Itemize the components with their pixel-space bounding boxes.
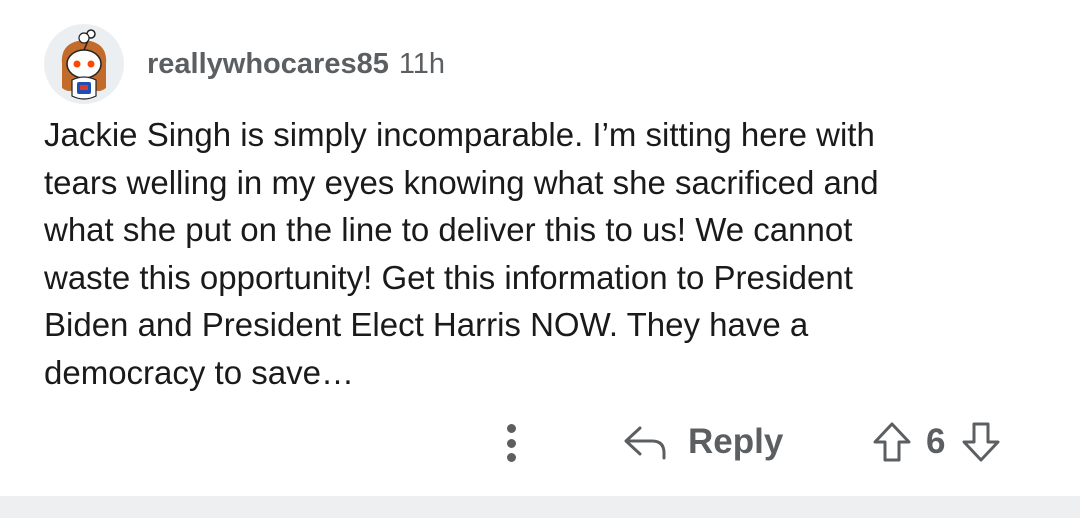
more-vertical-icon bbox=[506, 453, 516, 462]
comment-body: Jackie Singh is simply incomparable. I’m… bbox=[44, 111, 1044, 396]
more-vertical-icon bbox=[506, 424, 516, 433]
comment-line: what she put on the line to deliver this… bbox=[44, 211, 853, 248]
more-vertical-icon bbox=[506, 438, 516, 448]
comment-line: waste this opportunity! Get this informa… bbox=[44, 258, 853, 296]
reply-button[interactable]: Reply bbox=[622, 420, 783, 464]
more-options-button[interactable] bbox=[494, 418, 528, 468]
comment-divider bbox=[0, 496, 1080, 518]
reply-arrow-icon bbox=[624, 426, 666, 460]
timestamp: 11h bbox=[398, 47, 446, 80]
username-link[interactable]: reallywhocares85 bbox=[147, 48, 389, 81]
comment-actions: Reply 6 bbox=[0, 414, 1080, 470]
upvote-arrow-icon[interactable] bbox=[872, 421, 912, 463]
reply-label: Reply bbox=[688, 422, 784, 461]
comment-card: reallywhocares85 11h Jackie Singh is sim… bbox=[0, 0, 1080, 496]
comment-line: democracy to save… bbox=[44, 353, 354, 391]
snoo-avatar-icon bbox=[44, 24, 124, 104]
user-avatar[interactable] bbox=[44, 24, 124, 104]
comment-line: tears welling in my eyes knowing what sh… bbox=[44, 163, 879, 201]
downvote-arrow-icon[interactable] bbox=[961, 421, 1001, 463]
vote-count: 6 bbox=[926, 422, 946, 461]
vote-controls: 6 bbox=[872, 420, 1001, 464]
comment-line: Biden and President Elect Harris NOW. Th… bbox=[44, 306, 809, 343]
comment-line: Jackie Singh is simply incomparable. I’m… bbox=[44, 116, 875, 153]
comment-meta: reallywhocares85 11h bbox=[147, 44, 445, 84]
